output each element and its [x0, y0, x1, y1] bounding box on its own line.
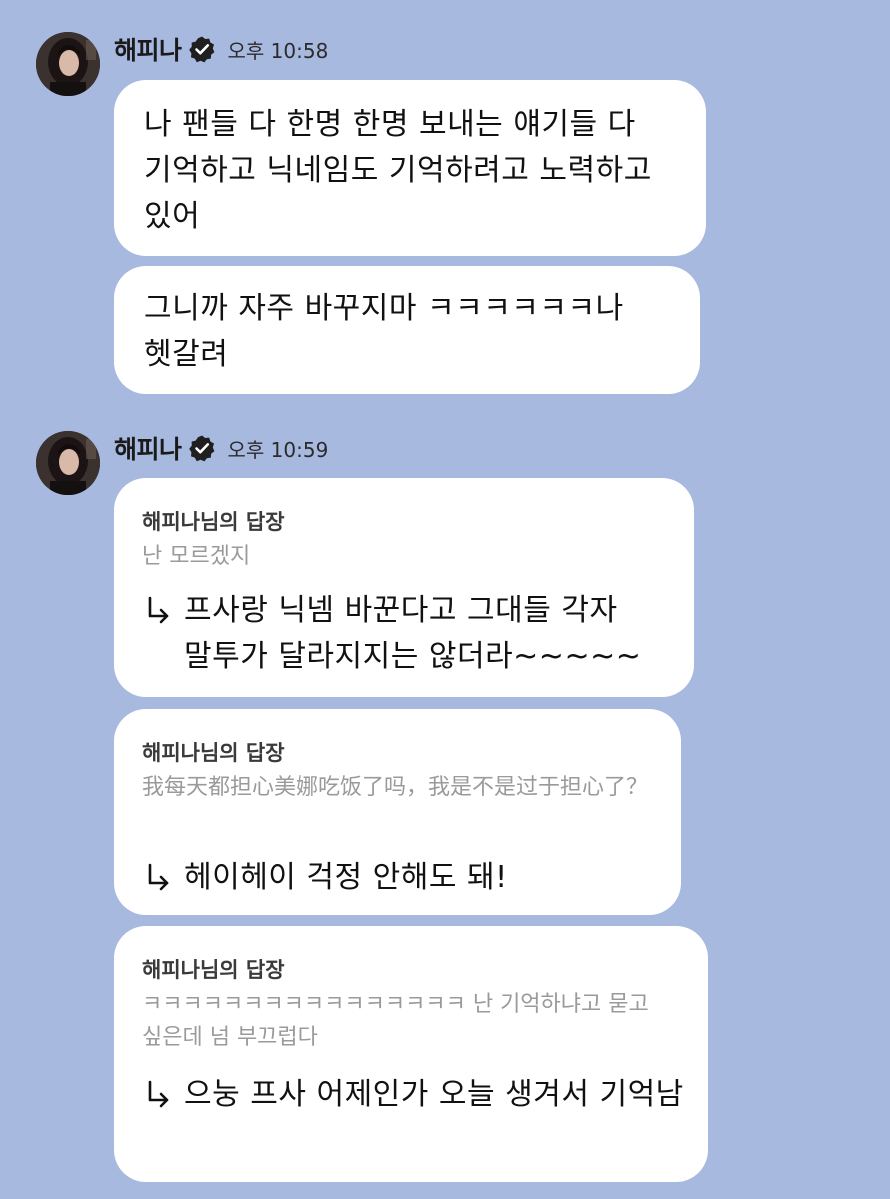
sender-name[interactable]: 해피나 [114, 430, 182, 466]
quoted-message: 난 모르겠지 [142, 544, 251, 569]
reply-text: 프사랑 닉넴 바꾼다고 그대들 각자 말투가 달라지지는 않더라~~~~~ [184, 593, 642, 674]
verified-badge-icon [188, 35, 216, 63]
reply-arrow-icon [146, 863, 172, 893]
timestamp: 오후 10:58 [227, 38, 329, 63]
avatar[interactable] [36, 32, 100, 96]
verified-badge-icon [188, 434, 216, 462]
reply-bubble[interactable]: 해피나님의 답장 我每天都担心美娜吃饭了吗，我是不是过于担心了？ 헤이헤이 걱정… [114, 709, 681, 915]
chat-bubble[interactable]: 나 팬들 다 한명 한명 보내는 얘기들 다 기억하고 닉네임도 기억하려고 노… [114, 80, 706, 256]
reply-label: 해피나님의 답장 [142, 510, 285, 534]
reply-text: 헤이헤이 걱정 안해도 돼! [184, 860, 508, 895]
reply-text: 으눙 프사 어제인가 오늘 생겨서 기억남 [184, 1077, 684, 1112]
reply-bubble[interactable]: 해피나님의 답장 ㅋㅋㅋㅋㅋㅋㅋㅋㅋㅋㅋㅋㅋㅋㅋㅋ 난 기억하냐고 묻고 싶은데… [114, 926, 708, 1182]
message-header: 해피나 오후 10:59 [114, 431, 328, 465]
timestamp: 오후 10:59 [227, 437, 329, 462]
message-text: 나 팬들 다 한명 한명 보내는 얘기들 다 기억하고 닉네임도 기억하려고 노… [144, 107, 652, 234]
reply-arrow-icon [146, 596, 172, 626]
reply-answer: 헤이헤이 걱정 안해도 돼! [142, 855, 657, 901]
reply-answer: 프사랑 닉넴 바꾼다고 그대들 각자 말투가 달라지지는 않더라~~~~~ [142, 588, 670, 680]
message-header: 해피나 오후 10:58 [114, 32, 328, 66]
reply-label: 해피나님의 답장 [142, 741, 285, 765]
reply-bubble[interactable]: 해피나님의 답장 난 모르겠지 프사랑 닉넴 바꾼다고 그대들 각자 말투가 달… [114, 478, 694, 697]
avatar[interactable] [36, 431, 100, 495]
reply-arrow-icon [146, 1080, 172, 1110]
message-text: 그니까 자주 바꾸지마 ㅋㅋㅋㅋㅋㅋ나 헷갈려 [144, 291, 624, 372]
reply-answer: 으눙 프사 어제인가 오늘 생겨서 기억남 [142, 1072, 684, 1118]
chat-bubble[interactable]: 그니까 자주 바꾸지마 ㅋㅋㅋㅋㅋㅋ나 헷갈려 [114, 266, 700, 394]
quoted-message: ㅋㅋㅋㅋㅋㅋㅋㅋㅋㅋㅋㅋㅋㅋㅋㅋ 난 기억하냐고 묻고 싶은데 넘 부끄럽다 [142, 992, 649, 1050]
reply-label: 해피나님의 답장 [142, 958, 285, 982]
sender-name[interactable]: 해피나 [114, 31, 182, 67]
quoted-message: 我每天都担心美娜吃饭了吗，我是不是过于担心了？ [142, 775, 649, 800]
